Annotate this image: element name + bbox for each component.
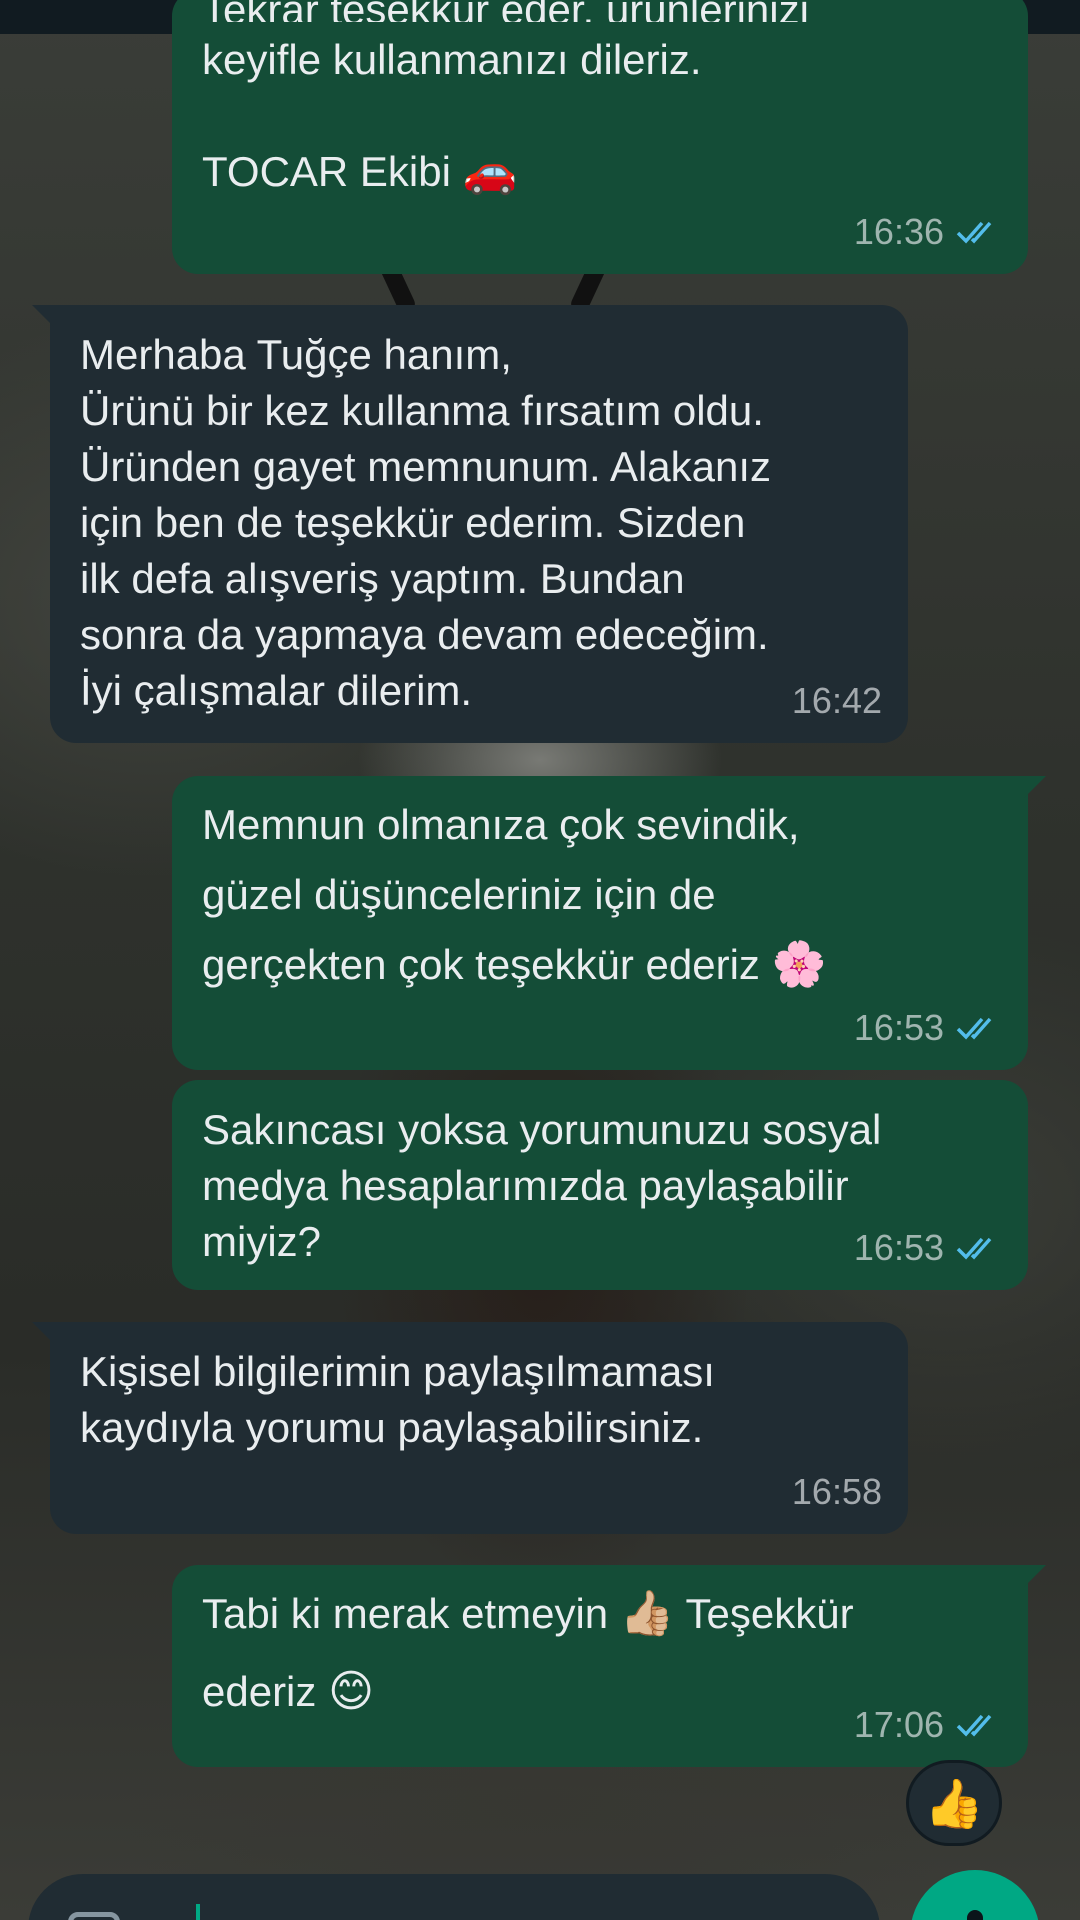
message-meta: 17:06: [854, 1697, 1002, 1753]
thumbs-up-emoji: 👍🏼: [619, 1588, 675, 1639]
message-meta: 16:53: [854, 1220, 1002, 1276]
message-input-bar[interactable]: [28, 1874, 880, 1920]
text-cursor: [196, 1904, 200, 1920]
message-meta: 16:53: [854, 1000, 1002, 1056]
message-time: 16:53: [853, 1007, 944, 1048]
message-time: 16:58: [791, 1471, 882, 1512]
message-bubble-incoming[interactable]: Kişisel bilgilerimin paylaşılmaması kayd…: [32, 1322, 908, 1534]
double-check-icon: [956, 1237, 992, 1260]
message-bubble-outgoing[interactable]: Memnun olmanıza çok sevindik, güzel düşü…: [172, 776, 1046, 1070]
double-check-icon: [956, 221, 992, 244]
double-check-icon: [956, 1714, 992, 1737]
emoji-icon[interactable]: [68, 1912, 120, 1920]
car-emoji: 🚗: [462, 146, 518, 197]
message-text: Memnun olmanıza çok sevindik, güzel düşü…: [202, 801, 827, 990]
thumbs-up-icon: 👍: [924, 1775, 984, 1832]
message-time: 17:06: [853, 1704, 944, 1745]
message-time: 16:42: [791, 680, 882, 721]
message-meta: 16:42: [792, 673, 882, 729]
message-bubble-outgoing[interactable]: Sakıncası yoksa yorumunuzu sosyal medya …: [172, 1080, 1028, 1290]
message-time: 16:36: [853, 211, 944, 252]
blossom-emoji: 🌸: [771, 939, 827, 990]
mic-icon: [967, 1910, 983, 1920]
message-text: Merhaba Tuğçe hanım, Ürünü bir kez kulla…: [80, 331, 772, 714]
message-text: Kişisel bilgilerimin paylaşılmaması kayd…: [80, 1348, 715, 1451]
smiling-face-emoji: 😊: [328, 1666, 374, 1717]
message-bubble-incoming[interactable]: Merhaba Tuğçe hanım, Ürünü bir kez kulla…: [32, 305, 908, 743]
message-bubble-outgoing[interactable]: Tekrar teşekkür eder, ürünlerinizi keyif…: [172, 0, 1028, 274]
message-meta: 16:36: [854, 204, 1002, 260]
message-meta: 16:58: [792, 1464, 882, 1520]
message-bubble-outgoing[interactable]: Tabi ki merak etmeyin 👍🏼 Teşekkür ederiz …: [172, 1565, 1046, 1767]
message-text-partial: Tekrar teşekkür eder, ürünlerinizi: [202, 0, 998, 22]
message-reaction[interactable]: 👍: [906, 1760, 1002, 1846]
message-time: 16:53: [853, 1227, 944, 1268]
double-check-icon: [956, 1017, 992, 1040]
message-text: keyifle kullanmanızı dileriz. TOCAR Ekib…: [202, 36, 702, 197]
